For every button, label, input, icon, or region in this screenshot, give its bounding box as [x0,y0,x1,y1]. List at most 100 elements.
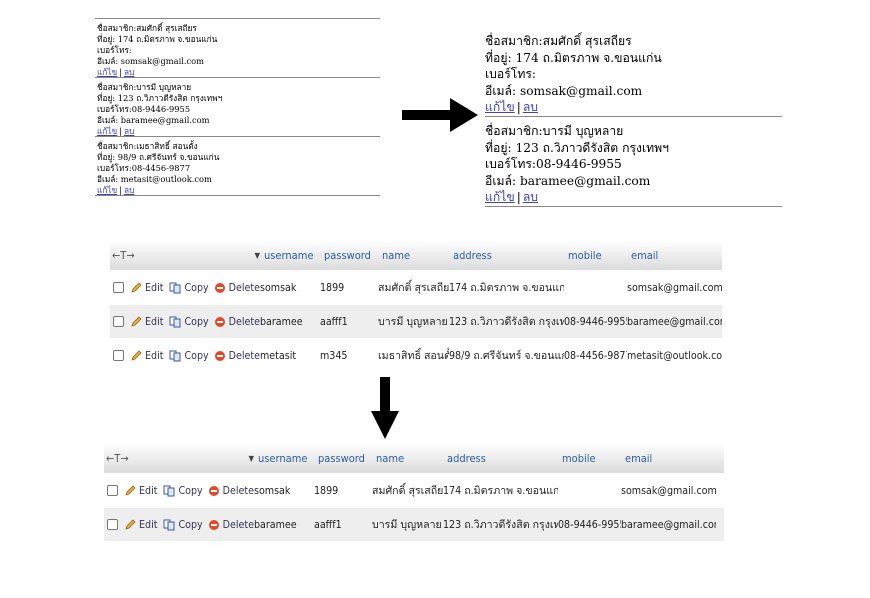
member-address-line: ที่อยู่: 98/9 ถ.ศรีจันทร์ จ.ขอนแก่น [97,152,220,162]
cell-name: บารมี บุญหลาย [378,316,448,328]
row-checkbox[interactable] [107,485,118,496]
edit-link[interactable]: แก้ไข [485,190,515,204]
copy-button[interactable]: Copy [169,349,209,362]
member-address-line: ที่อยู่: 123 ถ.วิภาวดีรังสิต กรุงเทพฯ [97,93,223,103]
edit-button[interactable]: Edit [130,350,163,362]
row-checkbox[interactable] [113,350,124,361]
separator: | [119,67,123,77]
member-mobile-line: เบอร์โทร: [485,67,536,81]
sort-indicator-icon[interactable]: ▼ [247,251,264,260]
column-nav-control[interactable]: ←T→ [104,452,241,465]
row-checkbox[interactable] [113,316,124,327]
column-header-email[interactable]: email [625,452,720,465]
copy-button[interactable]: Copy [169,316,209,328]
edit-link[interactable]: แก้ไข [97,185,117,195]
member-email-line: อีเมล์: baramee@gmail.com [97,115,210,125]
delete-link[interactable]: ลบ [124,185,134,195]
member-name-line: ชื่อสมาชิก:สมศักดิ์ สุรเสถียร [485,34,632,48]
pencil-icon [125,518,136,530]
edit-button[interactable]: Edit [130,316,163,328]
delete-link[interactable]: ลบ [523,190,538,204]
delete-button[interactable]: Delete [214,316,260,328]
delete-button[interactable]: Delete [214,349,260,362]
delete-link[interactable]: ลบ [124,67,134,77]
column-header-username[interactable]: username [264,249,324,262]
edit-label: Edit [145,281,164,294]
copy-icon [163,519,175,530]
table-row: Edit Copy Delete metasit m345 เมธาสิทธิ์ สอนต… [110,338,722,372]
member-actions: แก้ไข | ลบ [97,126,380,137]
delete-button[interactable]: Delete [208,485,254,497]
copy-icon [169,350,181,361]
cell-username: metasit [260,349,297,362]
column-header-password[interactable]: password [318,452,376,465]
delete-label: Delete [228,349,260,362]
member-mobile-line: เบอร์โทร:08-4456-9877 [97,163,191,173]
delete-icon [214,350,225,361]
cell-address: 123 ถ.วิภาวดีรังสิต กรุงเทพฯ [443,519,558,531]
column-nav-control[interactable]: ←T→ [110,249,247,262]
row-checkbox[interactable] [113,282,124,293]
delete-link[interactable]: ลบ [523,100,538,114]
table-row: Edit Copy Delete baramee aafff1 บารมี บุญหลาย… [104,507,724,541]
copy-label: Copy [184,281,209,294]
edit-link[interactable]: แก้ไข [485,100,515,114]
member-address-line: ที่อยู่: 174 ถ.มิตรภาพ จ.ขอนแก่น [485,50,662,65]
edit-label: Edit [145,315,164,328]
table-row: Edit Copy Delete baramee aafff1 บารมี บุญหลาย… [110,304,722,338]
edit-button[interactable]: Edit [124,485,157,497]
cell-password: aafff1 [320,315,348,328]
cell-username: baramee [254,518,297,531]
cell-mobile: 08-4456-9877 [564,349,627,362]
cell-mobile: 08-9446-9955 [564,315,627,328]
member-mobile-line: เบอร์โทร:08-9446-9955 [485,157,622,171]
delete-button[interactable]: Delete [208,518,254,531]
cell-name: สมศักดิ์ สุรเสถียร [378,282,449,294]
edit-link[interactable]: แก้ไข [97,126,117,136]
delete-label: Delete [228,281,260,294]
copy-button[interactable]: Copy [169,281,209,294]
delete-icon [208,519,219,530]
delete-icon [214,282,225,293]
table-header-row: ←T→ ▼ username password name address mobile ema… [104,443,724,473]
delete-link[interactable]: ลบ [124,126,134,136]
column-header-address[interactable]: address [453,249,568,262]
down-arrow-icon [371,377,399,439]
column-header-password[interactable]: password [324,249,382,262]
cell-password: 1899 [314,484,339,497]
column-header-name[interactable]: name [382,249,453,262]
copy-button[interactable]: Copy [163,485,203,497]
column-header-name[interactable]: name [376,452,447,465]
row-checkbox[interactable] [107,519,118,530]
delete-icon [214,316,225,327]
delete-icon [208,485,219,496]
member-name-line: ชื่อสมาชิก:สมศักดิ์ สุรเสถียร [97,23,197,33]
pencil-icon [125,484,136,496]
delete-button[interactable]: Delete [214,281,260,294]
delete-label: Delete [222,518,254,531]
member-actions: แก้ไข | ลบ [485,189,782,206]
edit-link[interactable]: แก้ไข [97,67,117,77]
separator: | [516,100,521,114]
edit-button[interactable]: Edit [124,519,157,531]
row-actions: Edit Copy Delete [104,485,254,497]
cell-username: somsak [254,484,291,497]
member-mobile-line: เบอร์โทร: [97,45,132,55]
cell-mobile: 08-9446-9955 [558,518,621,531]
column-header-email[interactable]: email [631,249,726,262]
copy-button[interactable]: Copy [163,519,203,531]
column-header-mobile[interactable]: mobile [562,452,625,465]
separator: | [516,190,521,204]
cell-username: somsak [260,281,297,294]
column-header-username[interactable]: username [258,452,318,465]
cell-password: aafff1 [314,518,342,531]
sort-indicator-icon[interactable]: ▼ [241,454,258,463]
member-email-line: อีเมล์: baramee@gmail.com [485,173,651,188]
copy-label: Copy [184,349,209,362]
db-table-before: ←T→ ▼ username password name address mobile ema… [110,240,722,372]
member-card: ชื่อสมาชิก:เมธาสิทธิ์ สอนตั้ง ที่อยู่: 98… [95,137,380,196]
edit-button[interactable]: Edit [130,282,163,294]
row-actions: Edit Copy Delete [110,350,260,362]
column-header-address[interactable]: address [447,452,562,465]
column-header-mobile[interactable]: mobile [568,249,631,262]
